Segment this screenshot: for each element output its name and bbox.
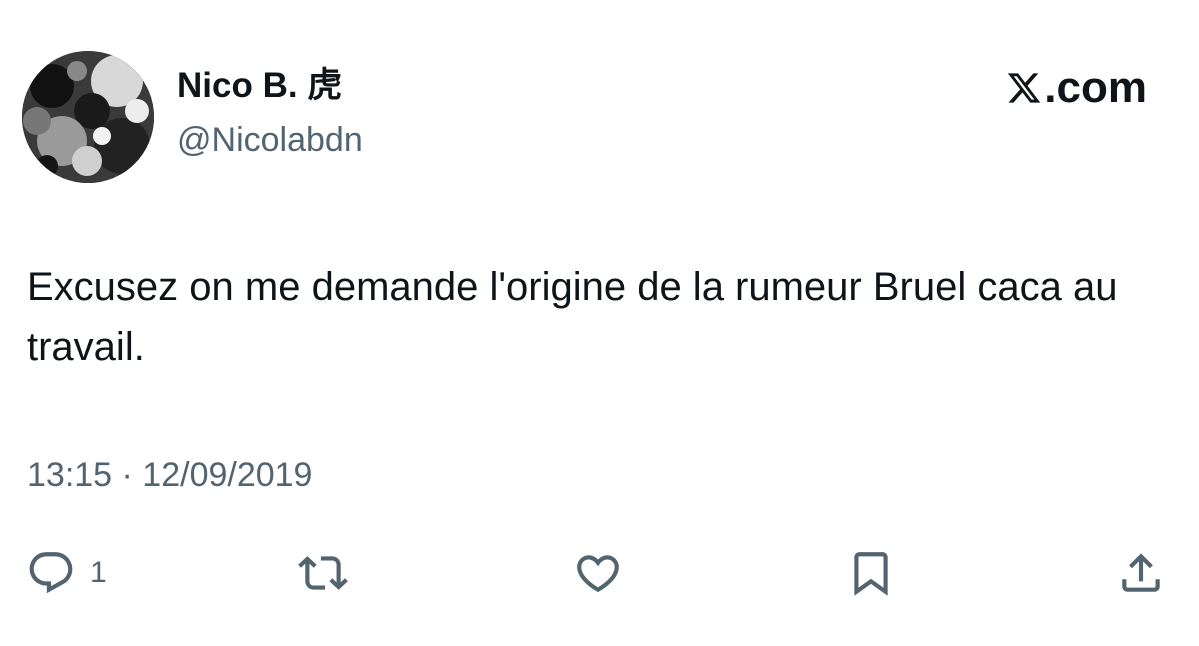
share-icon: [1122, 553, 1160, 592]
like-button[interactable]: [573, 543, 623, 603]
reply-icon: [29, 552, 73, 594]
x-logo-icon: [1008, 73, 1041, 103]
user-handle[interactable]: @Nicolabdn: [177, 121, 363, 160]
avatar[interactable]: [22, 51, 154, 183]
tweet-timestamp[interactable]: 13:15 · 12/09/2019: [27, 456, 312, 495]
reply-button[interactable]: 1: [26, 543, 107, 603]
bookmark-icon: [854, 552, 888, 596]
retweet-icon: [298, 556, 348, 590]
display-name[interactable]: Nico B. 虎: [177, 66, 342, 106]
tweet-text: Excusez on me demande l'origine de la ru…: [27, 265, 1118, 369]
logo-text: .com: [1044, 63, 1147, 112]
bookmark-button[interactable]: [846, 543, 896, 603]
avatar-image: [22, 51, 154, 183]
heart-icon: [577, 555, 619, 593]
reply-count: 1: [90, 556, 107, 589]
share-button[interactable]: [1116, 543, 1166, 603]
action-bar: 1: [0, 543, 1199, 603]
retweet-button[interactable]: [298, 543, 348, 603]
x-logo: .com: [1006, 63, 1147, 114]
